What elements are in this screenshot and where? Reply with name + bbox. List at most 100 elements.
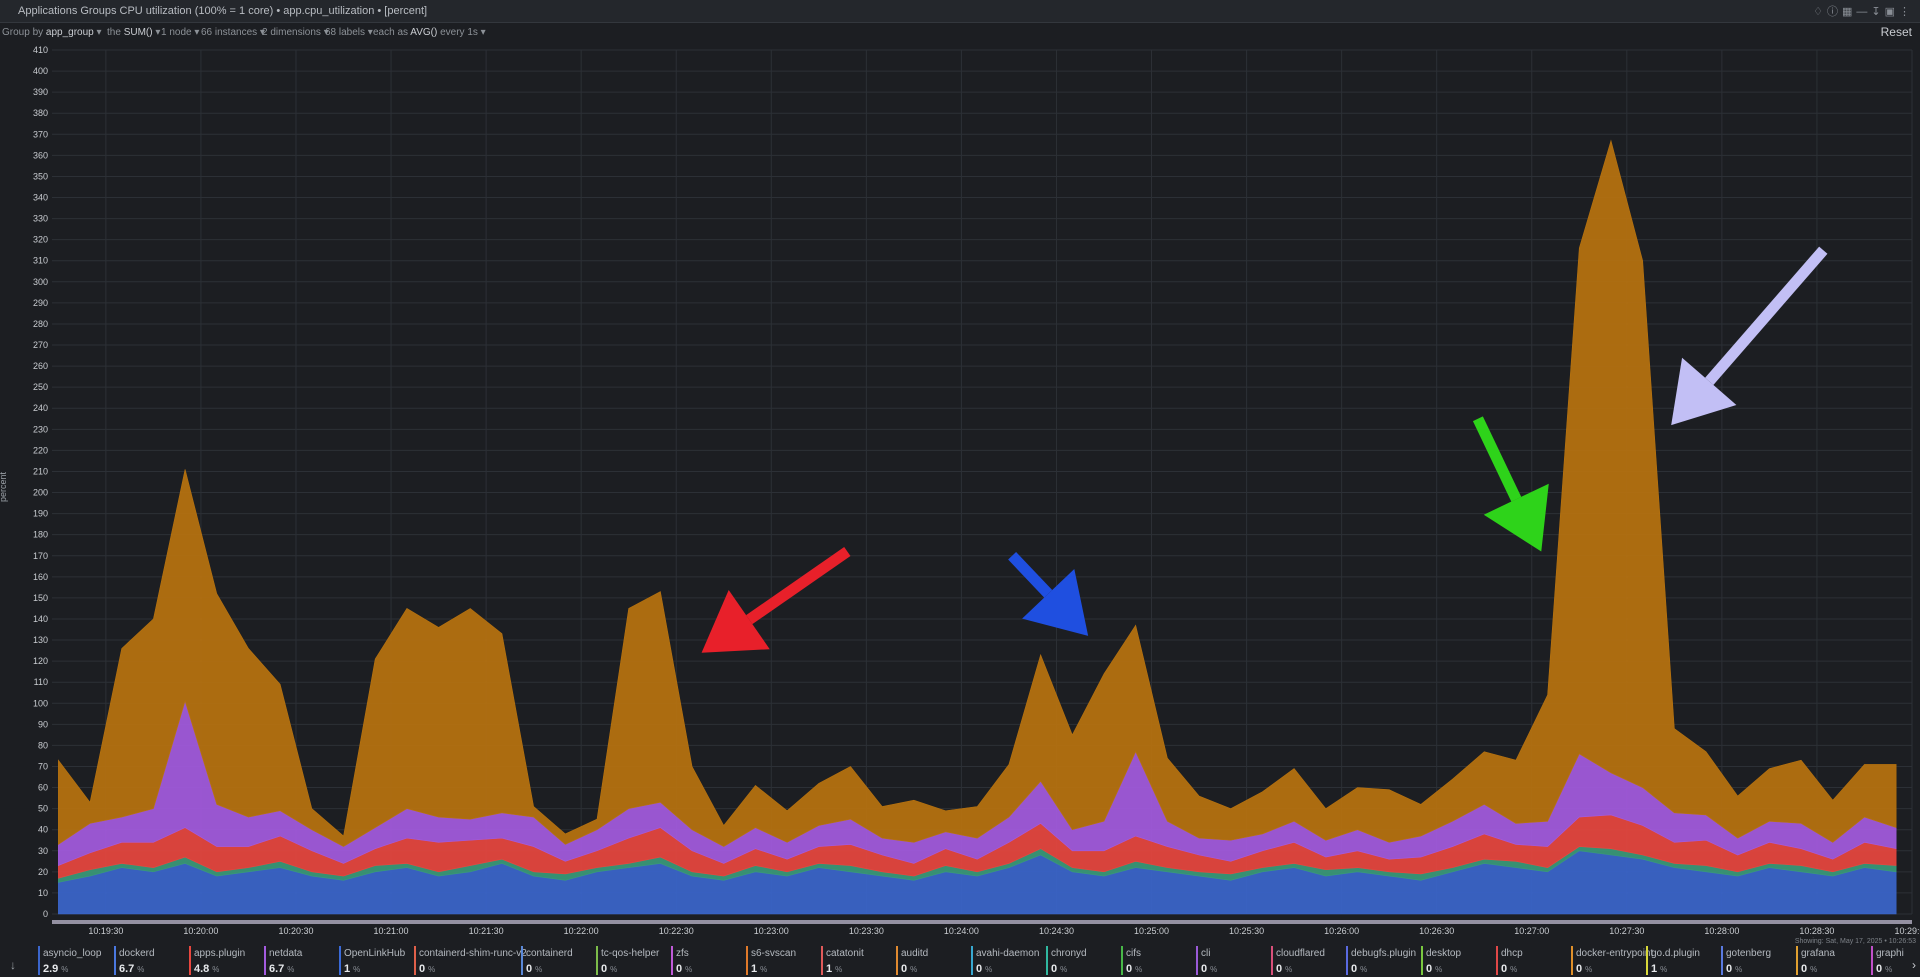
legend-item-value: 1 [826,963,833,975]
legend-item-name: netdata [269,948,303,959]
legend-item[interactable]: containerd 0% [521,946,573,975]
aggregation-value: SUM() [123,27,153,38]
y-tick-label: 10 [38,888,48,898]
legend-item[interactable]: graphi 0% [1871,946,1904,975]
legend-item-unit: % [1285,965,1293,974]
legend-item[interactable]: asyncio_loop 2.9% [38,946,101,975]
reset-button[interactable]: Reset [1881,25,1912,39]
x-tick-label: 10:25:30 [1229,926,1264,936]
y-tick-label: 20 [38,867,48,877]
time-range-bar[interactable] [52,920,1912,924]
legend-item-value: 0 [1351,963,1358,975]
y-tick-label: 390 [33,87,48,97]
legend-item[interactable]: avahi-daemon 0% [971,946,1039,975]
legend-item[interactable]: tc-qos-helper 0% [596,946,659,975]
y-tick-label: 40 [38,825,48,835]
arrow-shaft [1472,416,1522,502]
legend-item-name: containerd-shim-runc-v2 [419,948,527,959]
legend-item[interactable]: zfs 0% [671,946,692,975]
legend-item-value: 0 [1426,963,1433,975]
y-tick-label: 280 [33,319,48,329]
arrow-head [701,590,770,653]
legend-item-name: apps.plugin [194,948,246,959]
series-area-4[interactable] [58,139,1897,847]
legend-item-value: 0 [676,963,683,975]
legend-item-value: 0 [1126,963,1133,975]
y-tick-label: 180 [33,530,48,540]
legend-item[interactable]: catatonit 1% [821,946,864,975]
legend-item[interactable]: cloudflared 0% [1271,946,1325,975]
legend-item-name: cloudflared [1276,948,1325,959]
legend-item[interactable]: dockerd 6.7% [114,946,155,975]
legend-item-name: asyncio_loop [43,948,102,959]
y-tick-label: 150 [33,593,48,603]
legend-item-value: 1 [344,963,351,975]
legend-item[interactable]: s6-svscan 1% [746,946,796,975]
timestamp: Showing: Sat, May 17, 2025 • 10:26:53 [1794,938,1916,945]
dimensions-selector[interactable]: 2 dimensions ▾ [262,27,329,38]
x-tick-label: 10:22:30 [659,926,694,936]
legend-item[interactable]: cifs 0% [1121,946,1142,975]
bell-icon[interactable]: ♢ [1813,6,1827,18]
legend-item[interactable]: cli 0% [1196,946,1217,975]
group-by-label: Group by [2,27,44,38]
x-tick-label: 10:27:30 [1609,926,1644,936]
legend-item-unit: % [535,965,543,974]
instances-selector[interactable]: 66 instances ▾ [201,27,265,38]
legend-item[interactable]: go.d.plugin 1% [1646,946,1700,975]
y-tick-label: 270 [33,340,48,350]
legend-next-icon[interactable]: › [1912,958,1916,972]
legend-item-unit: % [287,965,295,974]
legend-item-value: 1 [751,963,758,975]
legend-item-unit: % [137,965,145,974]
legend-item-unit: % [1510,965,1518,974]
legend-item[interactable]: dhcp 0% [1496,946,1523,975]
labels-selector[interactable]: 68 labels ▾ [325,27,373,38]
legend-item-name: s6-svscan [751,948,797,959]
legend-item-value: 0 [1876,963,1883,975]
group-by-selector[interactable]: Group by app_group ▾ [2,27,102,38]
legend-item[interactable]: desktop 0% [1421,946,1461,975]
legend-item-value: 0 [1051,963,1058,975]
y-tick-label: 140 [33,614,48,624]
legend-item[interactable]: apps.plugin 4.8% [189,946,245,975]
legend-item-unit: % [1210,965,1218,974]
annotation-arrow-0 [701,547,851,653]
x-tick-label: 10:20:00 [183,926,218,936]
time-aggregation-selector[interactable]: each as AVG() every 1s ▾ [373,27,486,38]
chart-svg[interactable]: 0 10 20 30 40 50 60 70 80 90 100 110 120 130 140 150 160… [0,44,1920,944]
legend-item[interactable]: containerd-shim-runc-v2 0% [414,946,527,975]
nodes-selector[interactable]: 1 node ▾ [161,27,199,38]
legend-item-name: go.d.plugin [1651,948,1700,959]
legend-item[interactable]: docker-entrypoint 0% [1571,946,1653,975]
y-tick-label: 220 [33,445,48,455]
legend-item-value: 0 [976,963,983,975]
legend-item[interactable]: debugfs.plugin 0% [1346,946,1416,975]
the-label: the [107,27,121,38]
legend-item[interactable]: netdata 6.7% [264,946,302,975]
legend-item-value: 0 [1501,963,1508,975]
aggregation-selector[interactable]: the SUM() ▾ [107,27,160,38]
y-tick-label: 320 [33,235,48,245]
legend-item-name: graphi [1876,948,1904,959]
layout-icon[interactable]: ▦ [1842,6,1856,18]
instances-label: 66 instances [201,27,258,38]
info-icon[interactable]: ⓘ [1827,6,1842,18]
fullscreen-icon[interactable]: ▣ [1885,6,1899,18]
legend-item-value: 1 [1651,963,1658,975]
legend-item[interactable]: OpenLinkHub 1% [339,946,405,975]
minimize-icon[interactable]: — [1856,6,1871,18]
y-tick-label: 70 [38,761,48,771]
download-icon[interactable]: ↧ [1871,6,1884,18]
y-tick-label: 200 [33,488,48,498]
legend-item-name: catatonit [826,948,864,959]
legend-item[interactable]: chronyd 0% [1046,946,1087,975]
legend-item-name: OpenLinkHub [344,948,406,959]
x-tick-label: 10:21:00 [374,926,409,936]
menu-icon[interactable]: ⋮ [1899,6,1914,18]
legend-item[interactable]: grafana 0% [1796,946,1835,975]
legend-item[interactable]: gotenberg 0% [1721,946,1771,975]
legend-item-name: containerd [526,948,573,959]
legend-item[interactable]: auditd 0% [896,946,928,975]
group-by-value: app_group [45,27,94,38]
